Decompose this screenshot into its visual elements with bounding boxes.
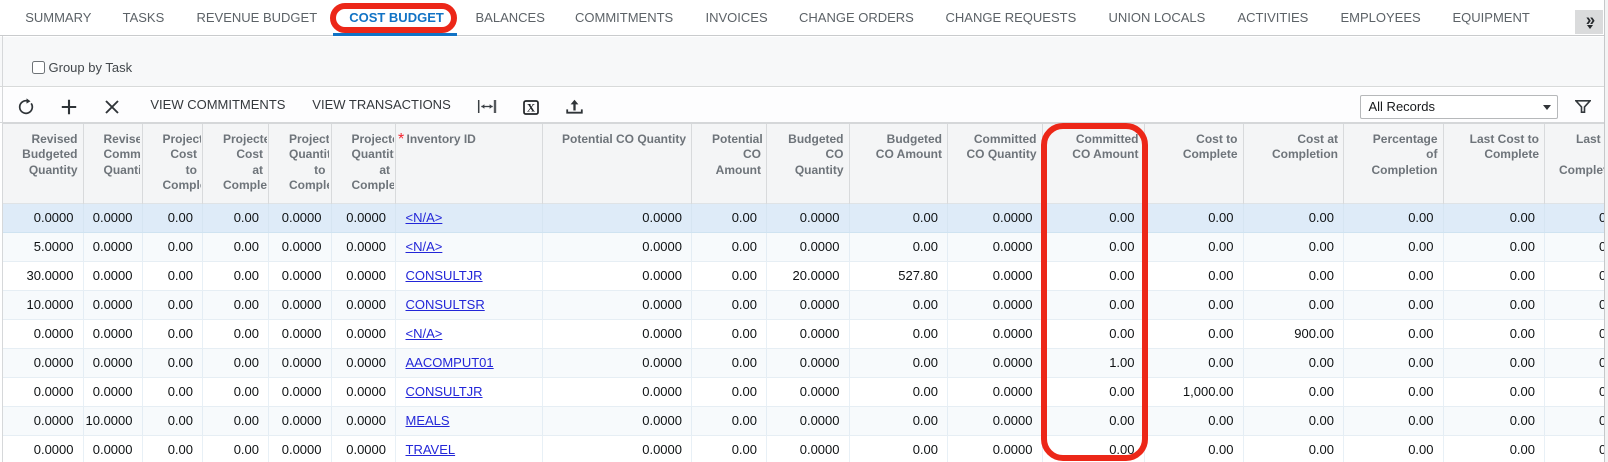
svg-text:X: X: [527, 102, 536, 114]
